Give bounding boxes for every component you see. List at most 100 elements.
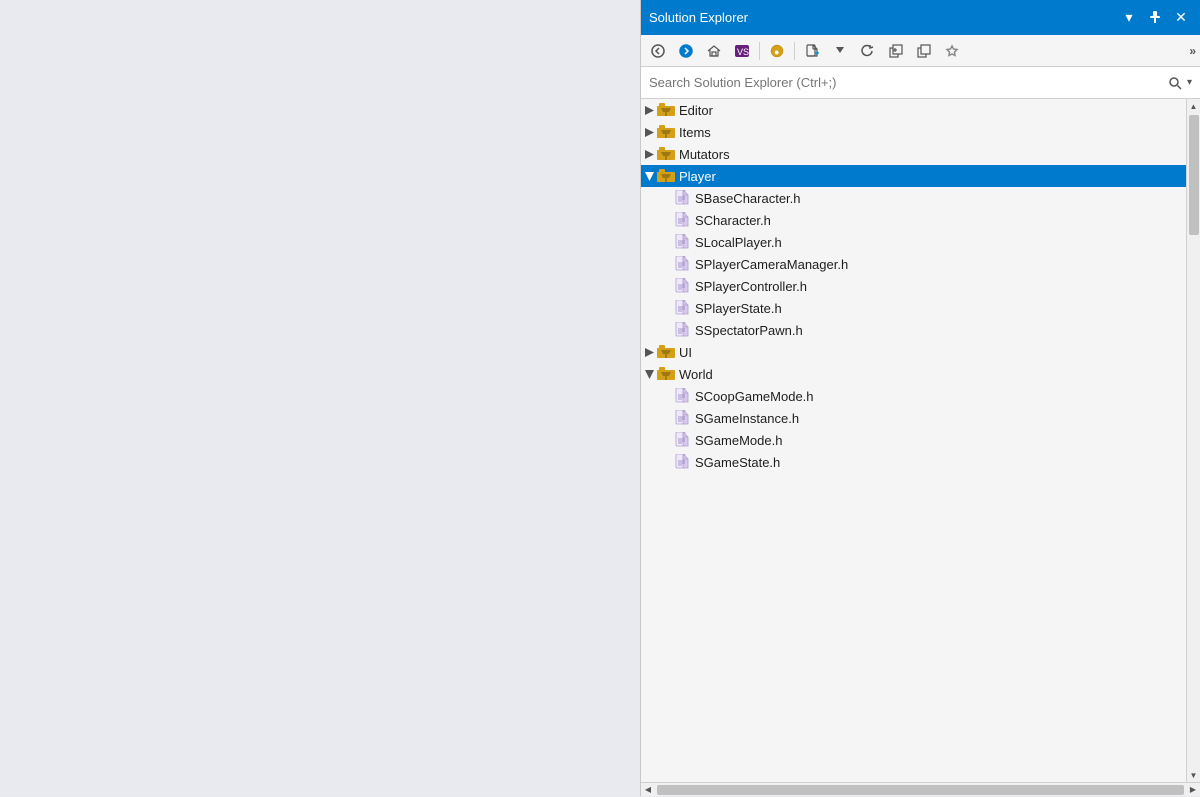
search-input[interactable] (649, 75, 1165, 90)
expand-btn-sgamestate[interactable] (657, 454, 673, 470)
expand-btn-scontroller[interactable] (657, 278, 673, 294)
forward-button[interactable] (673, 38, 699, 64)
item-icon-scontroller (673, 278, 691, 294)
vertical-scrollbar[interactable]: ▲ ▼ (1186, 99, 1200, 782)
expand-btn-slocalplayer[interactable] (657, 234, 673, 250)
svg-text:VS: VS (737, 47, 749, 57)
item-icon-sspectator (673, 322, 691, 338)
expand-btn-world[interactable] (641, 366, 657, 382)
main-background: Solution Explorer ▾ ✕ (0, 0, 1200, 796)
title-bar: Solution Explorer ▾ ✕ (641, 0, 1200, 35)
dropdown-new-button[interactable] (827, 38, 853, 64)
expand-btn-sspectator[interactable] (657, 322, 673, 338)
item-label-sgamemode: SGameMode.h (695, 433, 782, 448)
tree-item-scontroller[interactable]: SPlayerController.h (641, 275, 1186, 297)
tree-item-sgameinstance[interactable]: SGameInstance.h (641, 407, 1186, 429)
item-label-sgamestate: SGameState.h (695, 455, 780, 470)
home-button[interactable] (701, 38, 727, 64)
scroll-thumb[interactable] (1189, 115, 1199, 235)
close-button[interactable]: ✕ (1170, 7, 1192, 29)
expand-btn-sgamemode[interactable] (657, 432, 673, 448)
tree-item-sstate[interactable]: SPlayerState.h (641, 297, 1186, 319)
item-label-editor: Editor (679, 103, 713, 118)
toolbar-more[interactable]: » (1189, 44, 1196, 58)
item-label-sspectator: SSpectatorPawn.h (695, 323, 803, 338)
item-label-ui: UI (679, 345, 692, 360)
tree-item-scameramanager[interactable]: SPlayerCameraManager.h (641, 253, 1186, 275)
tree-item-slocalplayer[interactable]: SLocalPlayer.h (641, 231, 1186, 253)
item-icon-scameramanager (673, 256, 691, 272)
dropdown-button[interactable]: ▾ (1118, 7, 1140, 29)
item-icon-player (657, 168, 675, 184)
item-icon-sstate (673, 300, 691, 316)
expand-btn-schar[interactable] (657, 212, 673, 228)
copy-button[interactable] (911, 38, 937, 64)
new-file-button[interactable] (799, 38, 825, 64)
item-icon-scoop (673, 388, 691, 404)
item-label-scameramanager: SPlayerCameraManager.h (695, 257, 848, 272)
scroll-left-arrow[interactable]: ◀ (641, 783, 655, 797)
search-dropdown-btn[interactable]: ▾ (1187, 77, 1192, 88)
separator-2 (794, 42, 795, 60)
expand-btn-items[interactable] (641, 124, 657, 140)
item-icon-slocalplayer (673, 234, 691, 250)
tree-item-editor[interactable]: Editor (641, 99, 1186, 121)
item-label-slocalplayer: SLocalPlayer.h (695, 235, 782, 250)
expand-btn-scoop[interactable] (657, 388, 673, 404)
title-bar-text: Solution Explorer (649, 10, 1118, 25)
item-icon-editor (657, 102, 675, 118)
title-bar-controls: ▾ ✕ (1118, 7, 1192, 29)
collapse-button[interactable] (883, 38, 909, 64)
tree-item-world[interactable]: World (641, 363, 1186, 385)
tree-item-scoop[interactable]: SCoopGameMode.h (641, 385, 1186, 407)
expand-btn-mutators[interactable] (641, 146, 657, 162)
properties-button[interactable] (939, 38, 965, 64)
toolbar: VS ● (641, 35, 1200, 67)
tree-item-sgamemode[interactable]: SGameMode.h (641, 429, 1186, 451)
vs-button[interactable]: VS (729, 38, 755, 64)
refresh-button[interactable] (855, 38, 881, 64)
scroll-down-arrow[interactable]: ▼ (1187, 768, 1200, 782)
tree-item-items[interactable]: Items (641, 121, 1186, 143)
item-label-scontroller: SPlayerController.h (695, 279, 807, 294)
expand-btn-sgameinstance[interactable] (657, 410, 673, 426)
item-icon-items (657, 124, 675, 140)
item-label-sgameinstance: SGameInstance.h (695, 411, 799, 426)
item-label-sbasechar: SBaseCharacter.h (695, 191, 801, 206)
scroll-right-arrow[interactable]: ▶ (1186, 783, 1200, 797)
expand-btn-sbasechar[interactable] (657, 190, 673, 206)
tree-item-sgamestate[interactable]: SGameState.h (641, 451, 1186, 473)
item-label-player: Player (679, 169, 716, 184)
tree-item-sspectator[interactable]: SSpectatorPawn.h (641, 319, 1186, 341)
tree-item-mutators[interactable]: Mutators (641, 143, 1186, 165)
item-label-sstate: SPlayerState.h (695, 301, 782, 316)
tree-item-schar[interactable]: SCharacter.h (641, 209, 1186, 231)
item-icon-sgamestate (673, 454, 691, 470)
back-button[interactable] (645, 38, 671, 64)
scroll-up-arrow[interactable]: ▲ (1187, 99, 1200, 113)
expand-btn-ui[interactable] (641, 344, 657, 360)
item-icon-mutators (657, 146, 675, 162)
filter-button[interactable]: ● (764, 38, 790, 64)
search-button[interactable] (1165, 73, 1185, 93)
tree-item-ui[interactable]: UI (641, 341, 1186, 363)
expand-btn-player[interactable] (641, 168, 657, 184)
expand-btn-scameramanager[interactable] (657, 256, 673, 272)
tree-container: Editor Items Mutators Player S (641, 99, 1200, 782)
pin-button[interactable] (1144, 7, 1166, 29)
horizontal-scrollbar[interactable]: ◀ ▶ (641, 782, 1200, 796)
tree-item-player[interactable]: Player (641, 165, 1186, 187)
expand-btn-editor[interactable] (641, 102, 657, 118)
h-scroll-thumb[interactable] (657, 785, 1184, 795)
expand-btn-sstate[interactable] (657, 300, 673, 316)
item-icon-sgameinstance (673, 410, 691, 426)
search-box: ▾ (641, 67, 1200, 99)
item-icon-sgamemode (673, 432, 691, 448)
item-label-items: Items (679, 125, 711, 140)
item-icon-schar (673, 212, 691, 228)
item-label-mutators: Mutators (679, 147, 730, 162)
tree-item-sbasechar[interactable]: SBaseCharacter.h (641, 187, 1186, 209)
separator-1 (759, 42, 760, 60)
tree-content: Editor Items Mutators Player S (641, 99, 1186, 782)
item-label-scoop: SCoopGameMode.h (695, 389, 814, 404)
